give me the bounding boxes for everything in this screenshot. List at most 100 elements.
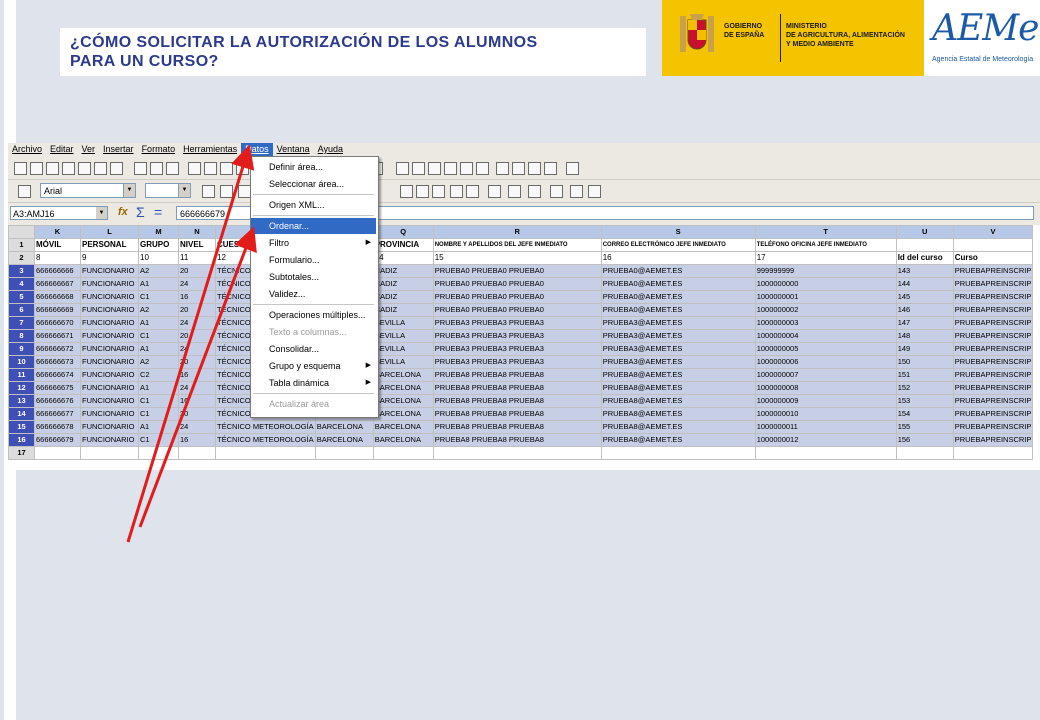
datos-menu-item-11[interactable]: Grupo y esquema ▶ [251, 358, 376, 374]
cell[interactable]: 14 [372, 251, 434, 265]
gallery-icon[interactable] [394, 160, 411, 177]
cell[interactable]: A1 [138, 316, 179, 330]
cell[interactable]: FUNCIONARIO [80, 316, 139, 330]
cell[interactable]: PRUEBAPREINSCRIP [952, 433, 1034, 447]
menu-ver[interactable]: Ver [78, 143, 100, 156]
cell[interactable]: PRUEBAPREINSCRIP [952, 355, 1034, 369]
chevron-down-icon[interactable]: ▼ [178, 184, 190, 197]
cell[interactable]: TÉCNICO METEOROLOGÍA [215, 420, 316, 434]
cell[interactable]: PRUEBA3 PRUEBA3 PRUEBA3 [432, 355, 602, 369]
cell[interactable]: 16 [178, 290, 216, 304]
cell[interactable]: PRUEBA8@AEMET.ES [600, 407, 756, 421]
cell[interactable]: 666666668 [34, 290, 81, 304]
add-decimal-icon[interactable] [414, 183, 431, 200]
cell[interactable]: BARCELONA [372, 394, 434, 408]
cell[interactable]: A2 [138, 355, 179, 369]
cell[interactable]: 16 [600, 251, 756, 265]
sheet-grid[interactable]: KLMNOPQRSTUV1MÓVILPERSONALGRUPONIVELCUES… [8, 225, 1040, 470]
help-icon[interactable] [442, 160, 459, 177]
cell[interactable]: 666666669 [34, 303, 81, 317]
cell[interactable]: CORREO ELECTRÓNICO JEFE INMEDIATO [600, 238, 756, 252]
cell[interactable]: SEVILLA [372, 316, 434, 330]
function-icon[interactable]: = [154, 204, 162, 220]
zoom-icon[interactable] [426, 160, 443, 177]
select-all-corner[interactable] [8, 225, 35, 239]
cell[interactable]: PRUEBA0 PRUEBA0 PRUEBA0 [432, 303, 602, 317]
cell[interactable]: PRUEBA0@AEMET.ES [600, 264, 756, 278]
cell[interactable]: 1000000004 [754, 329, 897, 343]
cell[interactable]: 20 [178, 355, 216, 369]
cell[interactable]: PRUEBA8 PRUEBA8 PRUEBA8 [432, 420, 602, 434]
cell[interactable]: 15 [432, 251, 602, 265]
cell[interactable]: 666666674 [34, 368, 81, 382]
cell[interactable]: TÉCNICO METEOROLOGÍA [215, 433, 316, 447]
cell[interactable]: 666666670 [34, 316, 81, 330]
cell[interactable]: NOMBRE Y APELLIDOS DEL JEFE INMEDIATO [432, 238, 602, 252]
cell[interactable]: PRUEBA3@AEMET.ES [600, 329, 756, 343]
cell[interactable]: PRUEBAPREINSCRIP [952, 329, 1034, 343]
print-icon[interactable] [108, 160, 125, 177]
italic-icon[interactable] [218, 183, 235, 200]
new-icon[interactable] [12, 160, 29, 177]
datos-menu-item-0[interactable]: Definir área... [251, 159, 376, 175]
cell[interactable]: PRUEBAPREINSCRIP [952, 407, 1034, 421]
cell[interactable]: 1000000009 [754, 394, 897, 408]
datasource-icon[interactable] [410, 160, 427, 177]
cell[interactable]: PRUEBAPREINSCRIP [952, 316, 1034, 330]
row-header[interactable]: 12 [8, 381, 35, 395]
datos-menu-item-7[interactable]: Validez... [251, 286, 376, 302]
cell[interactable] [895, 446, 954, 460]
cell[interactable]: 1000000000 [754, 277, 897, 291]
row-header[interactable]: 8 [8, 329, 35, 343]
cell[interactable]: FUNCIONARIO [80, 381, 139, 395]
row-header[interactable]: 4 [8, 277, 35, 291]
cell[interactable]: BARCELONA [372, 420, 434, 434]
cell[interactable]: GRUPO [138, 238, 179, 252]
grid-icon[interactable] [586, 183, 603, 200]
column-header-k[interactable]: K [34, 225, 81, 239]
cell[interactable]: Id del curso [895, 251, 954, 265]
save-icon[interactable] [44, 160, 61, 177]
cell[interactable]: 666666667 [34, 277, 81, 291]
cell[interactable]: BARCELONA [372, 368, 434, 382]
cell[interactable]: PRUEBA8@AEMET.ES [600, 420, 756, 434]
cell[interactable]: PRUEBAPREINSCRIP [952, 277, 1034, 291]
help2-icon[interactable] [564, 160, 581, 177]
cell[interactable]: 16 [178, 368, 216, 382]
column-header-r[interactable]: R [432, 225, 602, 239]
function-wizard-icon[interactable]: fx [118, 206, 128, 218]
datos-menu-item-3[interactable]: Ordenar... [251, 218, 376, 234]
cell[interactable]: PRUEBA8@AEMET.ES [600, 368, 756, 382]
cell[interactable]: CADIZ [372, 264, 434, 278]
decrease-indent-icon[interactable] [448, 183, 465, 200]
cell[interactable]: FUNCIONARIO [80, 420, 139, 434]
row-header[interactable]: 13 [8, 394, 35, 408]
row-header[interactable]: 2 [8, 251, 35, 265]
row-header[interactable]: 15 [8, 420, 35, 434]
row-header[interactable]: 9 [8, 342, 35, 356]
toggle-icon[interactable] [568, 183, 585, 200]
edit-file-icon[interactable] [76, 160, 93, 177]
cell[interactable] [34, 446, 81, 460]
cell[interactable] [215, 446, 316, 460]
cell[interactable]: 8 [34, 251, 81, 265]
cell[interactable]: 20 [178, 303, 216, 317]
cut-icon[interactable] [186, 160, 203, 177]
cell[interactable]: 154 [895, 407, 954, 421]
cell[interactable]: 666666671 [34, 329, 81, 343]
ordinal-icon[interactable] [548, 183, 565, 200]
row-header[interactable]: 5 [8, 290, 35, 304]
cell[interactable]: PRUEBA0 PRUEBA0 PRUEBA0 [432, 277, 602, 291]
cell[interactable]: PRUEBA0 PRUEBA0 PRUEBA0 [432, 290, 602, 304]
menu-archivo[interactable]: Archivo [8, 143, 46, 156]
cell[interactable]: 1000000008 [754, 381, 897, 395]
row-header[interactable]: 6 [8, 303, 35, 317]
cell[interactable]: SEVILLA [372, 342, 434, 356]
bold-icon[interactable] [200, 183, 217, 200]
show-draw-icon[interactable] [494, 160, 511, 177]
cell[interactable]: PRUEBA0@AEMET.ES [600, 303, 756, 317]
cell[interactable]: 1000000005 [754, 342, 897, 356]
cell[interactable]: C1 [138, 329, 179, 343]
cell[interactable]: 1000000012 [754, 433, 897, 447]
menu-datos[interactable]: Datos [241, 143, 273, 156]
